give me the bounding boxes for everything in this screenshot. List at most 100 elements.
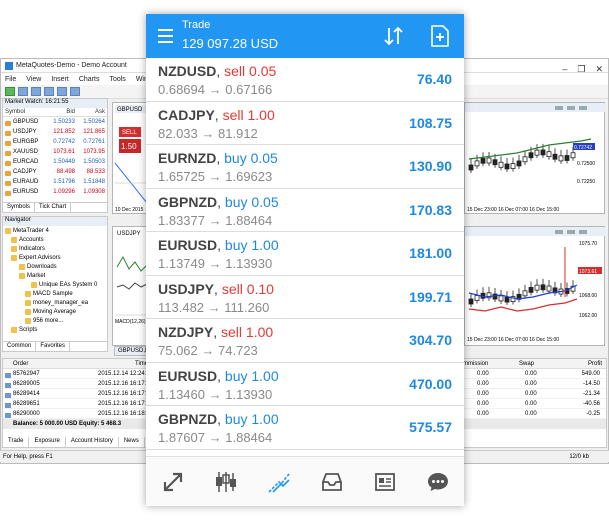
chart-usdjpy[interactable]: USDJPY MACD(12,26) [112,226,148,346]
history-icon[interactable] [319,469,345,495]
market-watch-row[interactable]: USDJPY 121.852 121.865 [3,127,107,137]
order-time: 2015.12.16 16:17:3 [98,390,150,397]
market-watch-row[interactable]: EURCAD 1.50449 1.50503 [3,157,107,167]
order-id: 86290000 [3,411,93,418]
trade-prices: 1.83377 → 1.88464 [158,213,272,228]
tab-common[interactable]: Common [3,342,37,351]
order-swap: 0.00 [525,380,537,387]
candle-body [558,155,564,162]
menu-file[interactable]: File [5,76,16,83]
menu-tools[interactable]: Tools [109,76,125,83]
tab-exposure[interactable]: Exposure [29,437,66,447]
trade-row[interactable]: GBPNZD, buy 1.00 1.87607 → 1.88464 575.57 [146,406,464,450]
navigator-item[interactable]: Unique EAs System 0 [3,280,107,289]
trade-title: USDJPY, sell 0.10 [158,281,274,297]
trade-comma: , [214,280,218,297]
new-chart-icon[interactable] [5,87,15,96]
navigator-item[interactable]: Scripts [3,325,107,334]
sort-icon[interactable] [382,24,406,48]
macd-label: MACD(12,26) [115,319,146,325]
trade-icon[interactable] [266,469,292,495]
market-watch-row[interactable]: EURGBP 0.72742 0.72761 [3,137,107,147]
navigator-item[interactable]: Expert Advisors [3,253,107,262]
tab-favorites[interactable]: Favorites [36,342,71,351]
news-icon[interactable] [372,469,398,495]
navigator-item-label: Market [27,272,46,279]
menu-icon[interactable] [158,29,173,43]
mobile-bottom-nav [146,456,464,506]
menu-charts[interactable]: Charts [79,76,100,83]
market-watch-row[interactable]: EURAUD 1.51796 1.51848 [3,177,107,187]
navigator-item[interactable]: MACD Sample [3,289,107,298]
navigator-item[interactable]: Accounts [3,235,107,244]
folder-icon [25,290,31,297]
close-icon[interactable]: ✕ [595,64,603,75]
navigator-item[interactable]: money_manager_ea [3,298,107,307]
tab-tick-chart[interactable]: Tick Chart [35,203,72,212]
trade-row[interactable]: CADJPY, sell 1.00 82.033 → 81.912 108.75 [146,102,464,145]
trade-row[interactable]: NZDJPY, sell 1.00 75.062 → 74.723 304.70 [146,319,464,363]
market-watch-row[interactable]: CADJPY 88.498 88.533 [3,167,107,177]
arrow-icon: → [201,125,215,141]
order-commission: 0.00 [477,400,489,407]
navigator-item[interactable]: Downloads [3,262,107,271]
order-commission: 0.00 [477,390,489,397]
chart-xauusd[interactable]: 1073.61 1075.70 1068.00 1062.00 15 Dec 2… [464,226,606,346]
market-watch-header: Symbol Bid Ask [3,108,107,117]
chart-gbpusd[interactable]: GBPUSD SELL 1.50 10 Dec 2015 [112,102,148,214]
menu-insert[interactable]: Insert [51,76,69,83]
market-watch-row[interactable]: EURUSD 1.09296 1.09308 [3,187,107,197]
trade-open-price: 1.87607 [158,430,205,445]
navigator-item-label: Accounts [19,236,44,243]
minimize-icon[interactable]: – [562,64,567,75]
trade-row[interactable]: USDJPY, sell 0.10 113.482 → 111.260 199.71 [146,276,464,319]
trade-row[interactable]: EURUSD, buy 1.00 1.13749 → 1.13930 181.00 [146,232,464,276]
navigator-item[interactable]: Market [3,271,107,280]
chat-icon[interactable] [425,469,451,495]
trade-title: EURNZD, buy 0.05 [158,150,278,166]
market-watch-row[interactable]: GBPUSD 1.50233 1.50264 [3,117,107,127]
trade-open-price: 0.68694 [158,82,205,97]
chart-eurgbp[interactable]: 0.72742 0.72500 0.72250 15 Dec 23:00 16 … [464,102,606,214]
r2-dates: 15 Dec 23:00 16 Dec 07:00 16 Dec 15:00 [467,337,559,343]
terminal-icon[interactable] [57,87,67,96]
menu-view[interactable]: View [26,76,41,83]
candle-body [540,284,546,291]
tab-trade[interactable]: Trade [3,437,30,447]
order-swap: 0.00 [525,390,537,397]
navigator-item[interactable]: Indicators [3,244,107,253]
quotes-icon[interactable] [160,469,186,495]
navigator-item[interactable]: MetaTrader 4 [3,226,107,235]
trade-prices: 1.13460 → 1.13930 [158,387,272,402]
navigator-item[interactable]: Moving Average [3,307,107,316]
navigator-item-label: Downloads [27,263,57,270]
profiles-icon[interactable] [18,87,28,96]
market-watch-row[interactable]: XAUUSD 1073.61 1073.95 [3,147,107,157]
trade-current-price: 1.88464 [225,430,273,445]
navigator-item[interactable]: 956 more... [3,316,107,325]
trade-comma: , [217,411,222,427]
market-watch-icon[interactable] [31,87,41,96]
trade-current-price: 1.69623 [225,169,273,184]
restore-icon[interactable]: ❐ [577,64,585,75]
new-order-icon[interactable] [430,24,450,48]
trade-row[interactable]: NZDUSD, sell 0.05 0.68694 → 0.67166 76.40 [146,58,464,102]
mw-symbol: XAUUSD [3,149,45,156]
tab-account-history[interactable]: Account History [66,437,119,447]
tab-symbols[interactable]: Symbols [3,203,36,212]
trade-row[interactable]: EURNZD, buy 0.05 1.65725 → 1.69623 130.90 [146,145,464,189]
tester-icon[interactable] [70,87,80,96]
trade-direction: buy [224,150,247,166]
folder-icon [11,245,17,252]
navigator-icon[interactable] [44,87,54,96]
status-traffic: 12/0 kb [569,453,589,460]
trade-comma: , [217,367,222,384]
trade-row[interactable]: EURUSD, buy 1.00 1.13460 → 1.13930 470.00 [146,363,464,406]
order-profit: -21.34 [582,390,600,397]
trade-profit: 575.57 [409,419,452,435]
mw-symbol: CADJPY [3,169,45,176]
tab-news[interactable]: News [119,437,145,447]
chart-icon[interactable] [213,469,239,495]
r2-price-current: 1073.61 [579,269,597,275]
trade-row[interactable]: GBPNZD, buy 0.05 1.83377 → 1.88464 170.83 [146,189,464,232]
